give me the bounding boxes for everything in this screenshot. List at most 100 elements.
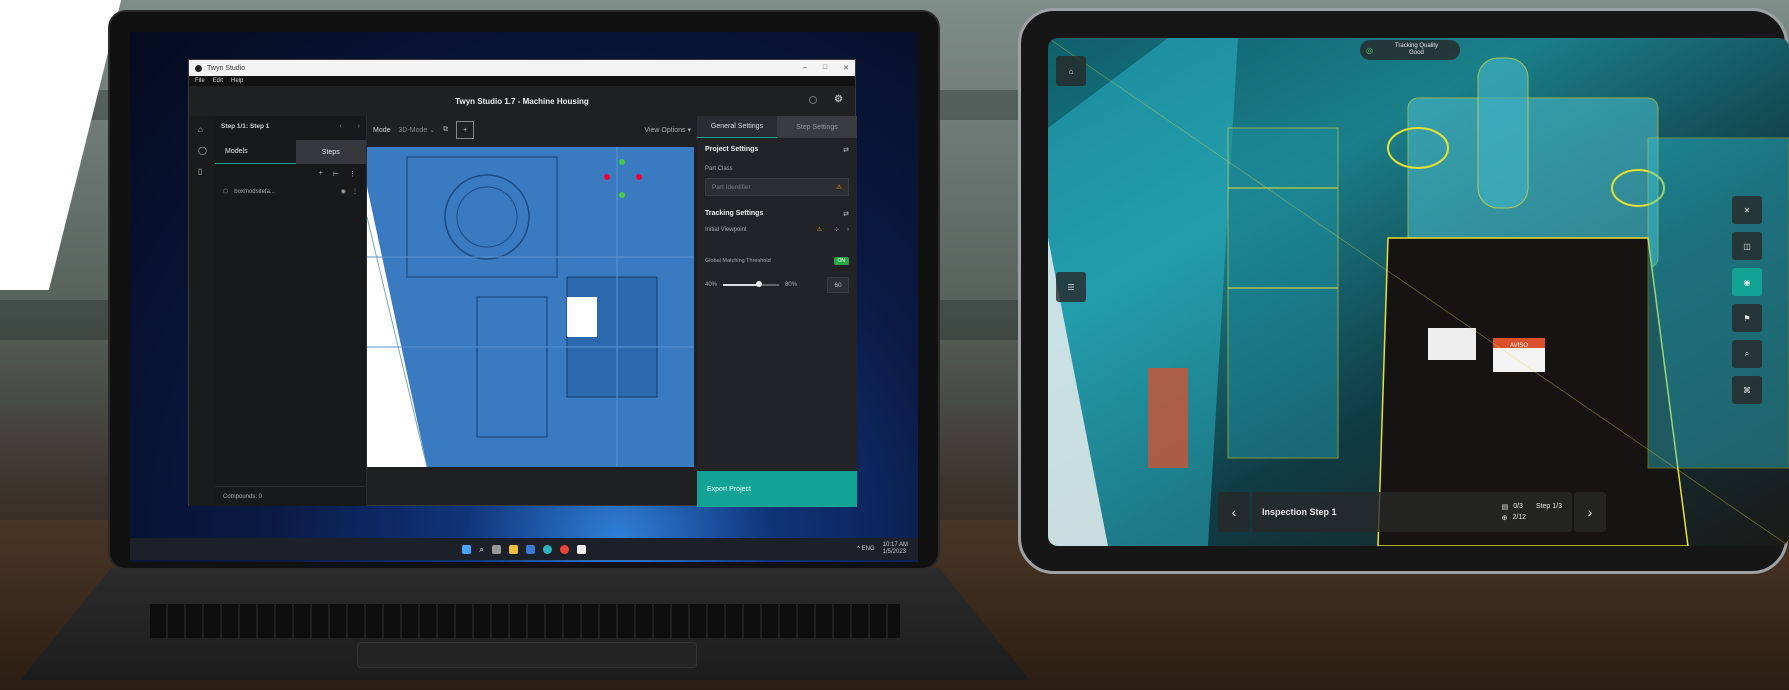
clipboard-icon: ▤	[1501, 503, 1509, 511]
viewpoint-expand-icon[interactable]: ›	[847, 227, 849, 233]
target-button[interactable]: ◉	[1732, 268, 1762, 296]
zoom-icon: ⌕	[1744, 349, 1750, 358]
view-options-dropdown[interactable]: View Options ▾	[644, 126, 691, 134]
grid-button[interactable]: ⌘	[1732, 376, 1762, 404]
flag-button[interactable]: ⚑	[1732, 304, 1762, 332]
search-icon[interactable]: ⌕	[479, 544, 484, 555]
inspection-step-title: Inspection Step 1	[1262, 507, 1337, 517]
slider-thumb[interactable]	[756, 281, 763, 287]
threshold-toggle[interactable]: ON	[833, 257, 849, 265]
threshold-slider[interactable]	[723, 281, 780, 287]
swap-icon-2[interactable]: ⇄	[843, 210, 849, 218]
models-icon[interactable]: ◯	[198, 146, 215, 155]
part-class-label: Part Class	[705, 166, 733, 172]
fullscreen-button[interactable]: ✕	[1732, 196, 1762, 224]
tracking-settings-title: Tracking Settings	[705, 210, 764, 217]
start-icon[interactable]	[461, 544, 471, 554]
chevron-left-icon: ‹	[1231, 504, 1237, 520]
home-button[interactable]: ⌂	[1056, 56, 1086, 86]
project-settings-title: Project Settings	[705, 146, 759, 153]
add-icon[interactable]: +	[319, 170, 323, 178]
list-item[interactable]: ⬡ boxmodsitefa... ◉ ⋮	[215, 184, 366, 199]
search-zoom-button[interactable]: ⌕	[1732, 340, 1762, 368]
mode-select-value: 3D-Mode	[398, 127, 428, 134]
app-window: Twyn Studio – □ ✕ File Edit Help Twyn St…	[188, 59, 857, 507]
prev-step-icon[interactable]: ‹	[339, 123, 341, 130]
app-header: Twyn Studio 1.7 - Machine Housing ⚙	[189, 86, 855, 116]
app-logo-icon	[195, 64, 202, 72]
next-step-icon[interactable]: ›	[358, 123, 360, 130]
part-identifier-field[interactable]: Part Identifier ⚠	[705, 178, 849, 196]
close-icon[interactable]: ✕	[843, 64, 849, 72]
menu-file[interactable]: File	[195, 78, 205, 84]
ar-overlay-scene: AVISO	[1048, 38, 1789, 546]
edge-icon[interactable]	[543, 544, 553, 554]
slider-min-label: 40%	[705, 282, 718, 288]
3d-model-viewport[interactable]	[367, 147, 694, 467]
left-rail: ⌂ ◯ ▯	[189, 116, 215, 506]
window-title: Twyn Studio	[207, 64, 246, 72]
settings-gear-icon[interactable]: ⚙	[834, 94, 843, 105]
store-icon[interactable]	[526, 544, 536, 554]
add-view-button[interactable]: +	[456, 121, 475, 139]
tab-models[interactable]: Models	[215, 140, 296, 164]
export-project-label: Export Project	[707, 485, 751, 493]
viewpoint-warning-icon: ⚠	[816, 227, 822, 233]
threshold-toggle-label: ON	[837, 258, 846, 264]
clock-date: 1/5/2023	[882, 549, 906, 555]
next-step-button[interactable]: ›	[1574, 492, 1606, 532]
models-panel: Step 1/1: Step 1 ‹ › Models Steps + ⊢ ⋮ …	[215, 116, 367, 506]
snapshot-icon[interactable]: ⧉	[443, 126, 448, 134]
export-project-button[interactable]: Export Project	[697, 471, 857, 507]
camera-button[interactable]: ◫	[1732, 232, 1762, 260]
menu-help[interactable]: Help	[231, 78, 243, 84]
compounds-count: Compounds: 0	[223, 493, 263, 500]
target-icon: ◉	[1743, 277, 1751, 287]
flag-icon: ⚑	[1743, 313, 1751, 323]
check-circle-icon: ◎	[1366, 45, 1373, 55]
menu-edit[interactable]: Edit	[213, 78, 223, 84]
chrome-icon[interactable]	[560, 544, 570, 554]
mode-label: Mode	[373, 126, 391, 134]
mode-select[interactable]: 3D-Mode ⌄	[399, 126, 436, 134]
prev-step-button[interactable]: ‹	[1218, 492, 1250, 532]
clock-time: 10:17 AM	[882, 542, 908, 548]
viewpoint-edit-icon[interactable]: ⊹	[834, 226, 839, 233]
warning-icon: ⚠	[836, 184, 842, 191]
maximize-icon[interactable]: □	[823, 64, 827, 72]
system-tray[interactable]: ^ ENG	[857, 546, 874, 552]
tab-steps[interactable]: Steps	[295, 140, 366, 164]
tab-general-settings[interactable]: General Settings	[697, 116, 777, 138]
visibility-icon[interactable]: ◉	[341, 188, 346, 195]
window-titlebar: Twyn Studio – □ ✕	[189, 60, 855, 76]
file-explorer-icon[interactable]	[509, 544, 519, 554]
slider-max-label: 80%	[785, 282, 798, 288]
more-icon[interactable]: ⋮	[349, 170, 356, 178]
user-icon[interactable]	[809, 96, 817, 104]
tab-models-label: Models	[225, 148, 248, 155]
inspection-step-bar: Inspection Step 1 ▤ 0/3 Step 1/3 ⊕ 2/12	[1252, 492, 1572, 532]
item-menu-icon[interactable]: ⋮	[352, 188, 358, 195]
threshold-value-input[interactable]: 60	[827, 277, 849, 293]
home-icon[interactable]: ⌂	[198, 125, 215, 134]
layers-button[interactable]: ☰	[1056, 272, 1086, 302]
tracking-quality-label: Tracking Quality	[1394, 43, 1439, 49]
part-identifier-placeholder: Part Identifier	[712, 183, 751, 191]
windows-taskbar: ⌕ ^ ENG 10:17 AM 1/5/2023	[130, 538, 918, 560]
hierarchy-icon[interactable]: ⊢	[333, 170, 339, 178]
settings-panel: General Settings Step Settings Project S…	[697, 116, 857, 506]
minimize-icon[interactable]: –	[803, 64, 807, 72]
laptop-keyboard	[150, 604, 900, 638]
menubar: File Edit Help	[189, 76, 855, 86]
laptop-touchpad[interactable]	[357, 642, 697, 668]
task-view-icon[interactable]	[492, 544, 502, 554]
twyn-app-icon[interactable]	[577, 544, 587, 554]
tab-step-settings[interactable]: Step Settings	[777, 116, 857, 138]
tab-step-settings-label: Step Settings	[796, 123, 838, 131]
ar-camera-view[interactable]: AVISO	[1048, 38, 1789, 546]
progress-count: 0/3	[1513, 502, 1523, 510]
checkpoint-count: 2/12	[1512, 513, 1527, 521]
step-label: Step 1/1: Step 1	[221, 122, 270, 130]
swap-icon[interactable]: ⇄	[843, 146, 849, 154]
document-icon[interactable]: ▯	[198, 167, 215, 176]
